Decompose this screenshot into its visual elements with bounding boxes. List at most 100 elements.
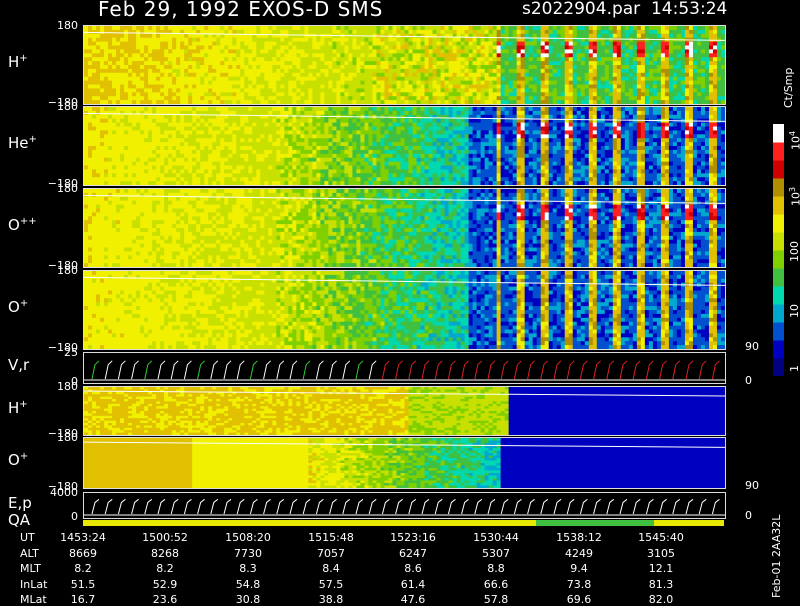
heatmap-cell [284, 38, 289, 42]
heatmap-cell [457, 100, 462, 104]
heatmap-cell [409, 46, 414, 50]
heatmap-cell [581, 81, 586, 85]
heatmap-cell [433, 154, 438, 158]
heatmap-cell [533, 73, 538, 77]
heatmap-cell [717, 96, 722, 100]
heatmap-cell [116, 111, 121, 115]
heatmap-cell [537, 100, 542, 104]
heatmap-cell [108, 65, 113, 69]
heatmap-cell [380, 134, 385, 138]
heatmap-cell [657, 49, 662, 53]
heatmap-cell [336, 100, 341, 104]
heatmap-cell [184, 100, 189, 104]
heatmap-cell [184, 46, 189, 50]
heatmap-cell [409, 111, 414, 115]
heatmap-cell [212, 53, 217, 57]
heatmap-cell [104, 154, 109, 158]
heatmap-cell [340, 154, 345, 158]
heatmap-cell [613, 57, 618, 61]
heatmap-cell [228, 162, 233, 166]
heatmap-cell [380, 127, 385, 131]
heatmap-cell [405, 150, 410, 154]
heatmap-cell [188, 81, 193, 85]
heatmap-cell [92, 57, 97, 61]
heatmap-cell [384, 49, 389, 53]
heatmap-cell [160, 123, 165, 127]
heatmap-cell [236, 42, 241, 46]
heatmap-cell [196, 53, 201, 57]
heatmap-cell [629, 49, 634, 53]
heatmap-cell [88, 181, 93, 185]
heatmap-cell [320, 169, 325, 173]
heatmap-cell [152, 169, 157, 173]
heatmap-cell [140, 130, 145, 134]
heatmap-cell [352, 169, 357, 173]
heatmap-cell [256, 42, 261, 46]
heatmap-cell [156, 65, 161, 69]
heatmap-cell [312, 46, 317, 50]
heatmap-cell [677, 30, 682, 34]
heatmap-cell [332, 162, 337, 166]
heatmap-cell [152, 42, 157, 46]
heatmap-cell [336, 53, 341, 57]
heatmap-cell [188, 177, 193, 181]
heatmap-cell [396, 42, 401, 46]
heatmap-cell [549, 61, 554, 65]
heatmap-cell [425, 130, 430, 134]
heatmap-cell [617, 92, 622, 96]
heatmap-cell [348, 150, 353, 154]
heatmap-cell [240, 46, 245, 50]
heatmap-cell [100, 34, 105, 38]
heatmap-cell [152, 173, 157, 177]
heatmap-cell [352, 30, 357, 34]
heatmap-cell [140, 61, 145, 65]
heatmap-cell [104, 150, 109, 154]
heatmap-cell [112, 150, 117, 154]
heatmap-cell [609, 26, 614, 30]
heatmap-cell [685, 46, 690, 50]
heatmap-cell [364, 57, 369, 61]
heatmap-cell [469, 57, 474, 61]
heatmap-cell [537, 30, 542, 34]
heatmap-cell [252, 38, 257, 42]
heatmap-cell [260, 77, 265, 81]
heatmap-cell [549, 85, 554, 89]
heatmap-cell [376, 42, 381, 46]
heatmap-cell [585, 61, 590, 65]
heatmap-cell [581, 77, 586, 81]
heatmap-cell [108, 150, 113, 154]
heatmap-cell [104, 49, 109, 53]
heatmap-cell [224, 61, 229, 65]
heatmap-cell [112, 162, 117, 166]
heatmap-cell [308, 138, 313, 142]
heatmap-cell [493, 77, 498, 81]
heatmap-cell [236, 61, 241, 65]
heatmap-cell [633, 77, 638, 81]
heatmap-cell [296, 146, 301, 150]
heatmap-cell [356, 111, 361, 115]
heatmap-cell [236, 134, 241, 138]
heatmap-cell [216, 88, 221, 92]
heatmap-cell [328, 158, 333, 162]
heatmap-cell [84, 146, 89, 150]
heatmap-cell [200, 96, 205, 100]
heatmap-cell [533, 77, 538, 81]
heatmap-cell [665, 57, 670, 61]
heatmap-cell [441, 42, 446, 46]
heatmap-cell [693, 73, 698, 77]
heatmap-cell [144, 26, 149, 30]
heatmap-cell [304, 69, 309, 73]
heatmap-cell [228, 150, 233, 154]
heatmap-cell [116, 150, 121, 154]
heatmap-cell [136, 100, 141, 104]
heatmap-cell [449, 88, 454, 92]
heatmap-cell [597, 65, 602, 69]
heatmap-cell [413, 134, 418, 138]
heatmap-cell [645, 85, 650, 89]
heatmap-cell [489, 96, 494, 100]
heatmap-cell [120, 96, 125, 100]
heatmap-cell [224, 81, 229, 85]
heatmap-cell [124, 111, 129, 115]
heatmap-cell [589, 85, 594, 89]
heatmap-cell [324, 142, 329, 146]
